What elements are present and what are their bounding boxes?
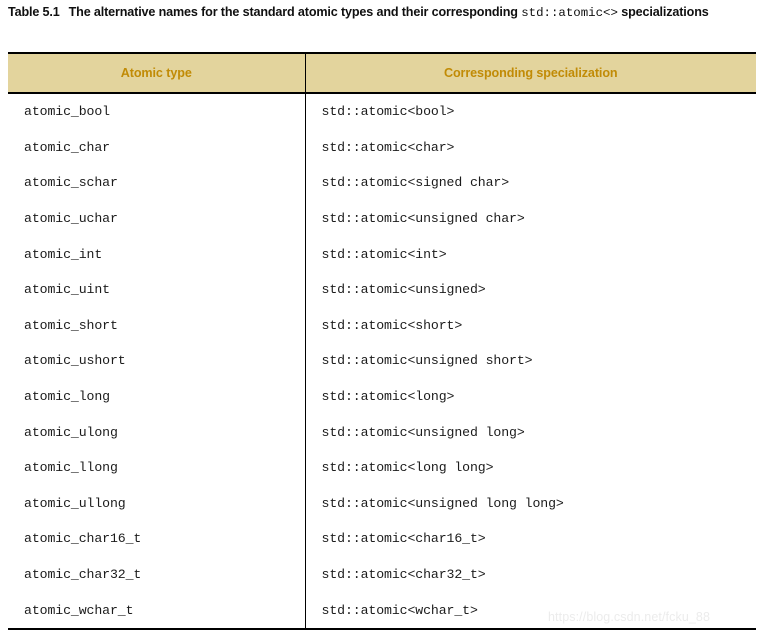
cell-specialization: std::atomic<char16_t>: [321, 531, 486, 547]
table-caption: Table 5.1 The alternative names for the s…: [8, 3, 756, 22]
cell-atomic-type: atomic_char16_t: [8, 521, 306, 557]
table-header-row: Atomic type Corresponding specialization: [8, 52, 756, 94]
cell-specialization: std::atomic<unsigned char>: [321, 211, 525, 227]
cell-specialization: std::atomic<unsigned long long>: [321, 495, 564, 511]
table-row: atomic_int std::atomic<int>: [8, 236, 756, 272]
atomic-types-table: Atomic type Corresponding specialization…: [8, 52, 756, 630]
cell-specialization: std::atomic<long>: [321, 389, 455, 405]
table-row: atomic_uint std::atomic<unsigned>: [8, 271, 756, 308]
column-header-specialization: Corresponding specialization: [305, 52, 756, 94]
cell-atomic-type: atomic_char32_t: [8, 556, 306, 593]
cell-atomic-type: atomic_short: [8, 307, 306, 344]
cell-specialization: std::atomic<bool>: [321, 104, 455, 120]
table-row: atomic_char32_t std::atomic<char32_t>: [8, 556, 756, 593]
table-row: atomic_bool std::atomic<bool>: [8, 93, 756, 130]
cell-specialization: std::atomic<signed char>: [321, 175, 510, 191]
cell-specialization: std::atomic<unsigned>: [321, 282, 486, 298]
cell-atomic-type: atomic_schar: [8, 165, 306, 201]
table-row: atomic_char16_t std::atomic<char16_t>: [8, 521, 756, 557]
cell-atomic-type: atomic_ullong: [8, 485, 306, 522]
cell-atomic-type: atomic_ushort: [8, 343, 306, 379]
caption-code-std-atomic: std::atomic<>: [521, 6, 618, 20]
table-row: atomic_char std::atomic<char>: [8, 129, 756, 166]
cell-atomic-type: atomic_ulong: [8, 414, 306, 450]
column-header-atomic-type: Atomic type: [8, 52, 306, 94]
caption-text-before: The alternative names for the standard a…: [68, 5, 518, 19]
cell-specialization: std::atomic<unsigned short>: [321, 353, 533, 369]
table-header: Atomic type Corresponding specialization: [8, 52, 756, 94]
cell-atomic-type: atomic_int: [8, 236, 306, 272]
table-row: atomic_ullong std::atomic<unsigned long l…: [8, 485, 756, 522]
cell-atomic-type: atomic_wchar_t: [8, 592, 306, 630]
table-body: atomic_bool std::atomic<bool> atomic_char s…: [8, 93, 756, 630]
table-row: atomic_schar std::atomic<signed char>: [8, 165, 756, 201]
cell-specialization: std::atomic<wchar_t>: [305, 592, 756, 630]
cell-atomic-type: atomic_uchar: [8, 200, 306, 237]
cell-specialization: std::atomic<unsigned long>: [321, 424, 525, 440]
table-row: atomic_ushort std::atomic<unsigned short>: [8, 343, 756, 379]
cell-atomic-type: atomic_long: [8, 378, 306, 415]
table-row: atomic_long std::atomic<long>: [8, 378, 756, 415]
table-page: Table 5.1 The alternative names for the s…: [0, 0, 758, 640]
cell-specialization: std::atomic<short>: [321, 317, 463, 333]
cell-specialization: std::atomic<long long>: [321, 460, 494, 476]
cell-atomic-type: atomic_uint: [8, 271, 306, 308]
cell-specialization: std::atomic<int>: [321, 246, 447, 262]
cell-atomic-type: atomic_llong: [8, 449, 306, 486]
cell-atomic-type: atomic_char: [8, 129, 306, 166]
cell-specialization: std::atomic<char>: [321, 139, 455, 155]
table-row: atomic_wchar_t std::atomic<wchar_t>: [8, 592, 756, 630]
cell-atomic-type: atomic_bool: [8, 93, 306, 130]
cell-specialization: std::atomic<char32_t>: [321, 567, 486, 583]
caption-text-after: specializations: [621, 5, 709, 19]
table-row: atomic_ulong std::atomic<unsigned long>: [8, 414, 756, 450]
table-row: atomic_short std::atomic<short>: [8, 307, 756, 344]
table-row: atomic_uchar std::atomic<unsigned char>: [8, 200, 756, 237]
table-row: atomic_llong std::atomic<long long>: [8, 449, 756, 486]
caption-label: Table 5.1: [8, 5, 60, 19]
